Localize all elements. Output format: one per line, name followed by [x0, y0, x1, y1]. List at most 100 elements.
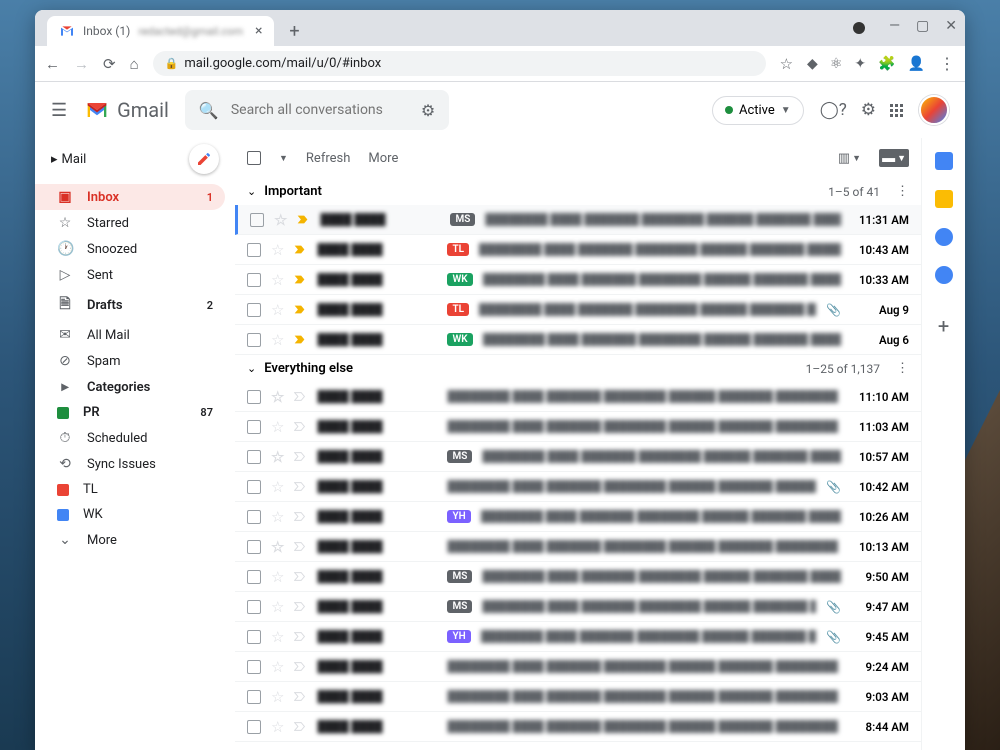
- star-icon[interactable]: ☆: [271, 688, 284, 706]
- star-icon[interactable]: ☆: [271, 658, 284, 676]
- density-toggle[interactable]: ▥▼: [838, 151, 861, 166]
- importance-marker-icon[interactable]: [294, 601, 307, 612]
- importance-marker-icon[interactable]: [294, 244, 307, 255]
- nav-item-starred[interactable]: ☆Starred: [35, 210, 225, 236]
- row-checkbox[interactable]: [247, 303, 261, 317]
- importance-marker-icon[interactable]: [294, 391, 307, 402]
- row-checkbox[interactable]: [247, 450, 261, 464]
- search-box[interactable]: 🔍 ⚙: [185, 90, 449, 130]
- star-icon[interactable]: ☆: [271, 241, 284, 259]
- nav-item-sync-issues[interactable]: ⟲Sync Issues: [35, 451, 225, 477]
- nav-item-sent[interactable]: ▷Sent: [35, 262, 225, 288]
- more-button[interactable]: More: [368, 151, 398, 166]
- star-icon[interactable]: ☆: [274, 211, 287, 229]
- star-icon[interactable]: ☆: [271, 271, 284, 289]
- bookmark-icon[interactable]: ☆: [780, 55, 793, 73]
- account-avatar[interactable]: [919, 95, 949, 125]
- importance-marker-icon[interactable]: [294, 571, 307, 582]
- importance-marker-icon[interactable]: [294, 631, 307, 642]
- home-icon[interactable]: ⌂: [130, 55, 139, 73]
- browser-tab[interactable]: Inbox (1) redacted@gmail.com ×: [47, 16, 274, 46]
- nav-item-spam[interactable]: ⊘Spam: [35, 348, 225, 374]
- importance-marker-icon[interactable]: [294, 304, 307, 315]
- star-icon[interactable]: ☆: [271, 598, 284, 616]
- nav-item-all-mail[interactable]: ✉All Mail: [35, 322, 225, 348]
- nav-item-tl[interactable]: TL: [35, 477, 225, 502]
- mail-row[interactable]: ☆ ████ ████ ████████ ████ ███████ ██████…: [235, 652, 921, 682]
- google-apps-icon[interactable]: [890, 104, 903, 117]
- importance-marker-icon[interactable]: [294, 541, 307, 552]
- mail-row[interactable]: ☆ ████ ████ ████████ ████ ███████ ██████…: [235, 472, 921, 502]
- extension-icon[interactable]: ◆: [807, 56, 818, 72]
- star-icon[interactable]: ☆: [271, 301, 284, 319]
- row-checkbox[interactable]: [247, 510, 261, 524]
- nav-item-scheduled[interactable]: ⏱Scheduled: [35, 425, 225, 451]
- extension-icon[interactable]: ✦: [854, 56, 866, 72]
- row-checkbox[interactable]: [247, 630, 261, 644]
- calendar-icon[interactable]: [935, 152, 953, 170]
- search-options-icon[interactable]: ⚙: [421, 101, 435, 120]
- maximize-button[interactable]: ▢: [916, 18, 929, 34]
- star-icon[interactable]: ☆: [271, 331, 284, 349]
- view-toggle[interactable]: ▬▼: [879, 149, 909, 167]
- mail-row[interactable]: ☆ ████ ████ ████████ ████ ███████ ██████…: [235, 412, 921, 442]
- tab-close-icon[interactable]: ×: [255, 23, 262, 39]
- star-icon[interactable]: ☆: [271, 448, 284, 466]
- star-icon[interactable]: ☆: [271, 508, 284, 526]
- mail-row[interactable]: ☆ ████ ████ ████████ ████ ███████ ██████…: [235, 532, 921, 562]
- mail-row[interactable]: ☆ ████ ████ WK ████████ ████ ███████ ███…: [235, 325, 921, 355]
- collapse-icon[interactable]: ⌄: [247, 185, 256, 198]
- mail-row[interactable]: ☆ ████ ████ ████████ ████ ███████ ██████…: [235, 712, 921, 742]
- importance-marker-icon[interactable]: [294, 691, 307, 702]
- importance-marker-icon[interactable]: [294, 274, 307, 285]
- row-checkbox[interactable]: [247, 690, 261, 704]
- gmail-logo[interactable]: Gmail: [83, 96, 169, 124]
- star-icon[interactable]: ☆: [271, 478, 284, 496]
- row-checkbox[interactable]: [247, 570, 261, 584]
- new-tab-button[interactable]: +: [282, 19, 306, 43]
- star-icon[interactable]: ☆: [271, 418, 284, 436]
- add-panel-icon[interactable]: +: [938, 314, 949, 338]
- row-checkbox[interactable]: [247, 420, 261, 434]
- compose-button[interactable]: [189, 144, 219, 174]
- importance-marker-icon[interactable]: [294, 421, 307, 432]
- mail-row[interactable]: ☆ ████ ████ ████████ ████ ███████ ██████…: [235, 382, 921, 412]
- mail-row[interactable]: ☆ ████ ████ MS ████████ ████ ███████ ███…: [235, 592, 921, 622]
- mail-row[interactable]: ☆ ████ ████ YH ████████ ████ ███████ ███…: [235, 502, 921, 532]
- section-menu-icon[interactable]: ⋮: [896, 361, 909, 376]
- section-menu-icon[interactable]: ⋮: [896, 184, 909, 199]
- back-icon[interactable]: ←: [45, 55, 60, 73]
- mail-row[interactable]: ☆ ████ ████ MS ████████ ████ ███████ ███…: [235, 205, 921, 235]
- importance-marker-icon[interactable]: [294, 481, 307, 492]
- mail-row[interactable]: ☆ ████ ████ TL ████████ ████ ███████ ███…: [235, 295, 921, 325]
- importance-marker-icon[interactable]: [294, 511, 307, 522]
- star-icon[interactable]: ☆: [271, 538, 284, 556]
- nav-item-wk[interactable]: WK: [35, 502, 225, 527]
- nav-item-more[interactable]: ⌄More: [35, 527, 225, 553]
- extensions-puzzle-icon[interactable]: 🧩: [878, 56, 895, 72]
- main-menu-icon[interactable]: ☰: [51, 100, 67, 121]
- minimize-button[interactable]: —: [889, 18, 900, 34]
- keep-icon[interactable]: [935, 190, 953, 208]
- star-icon[interactable]: ☆: [271, 718, 284, 736]
- importance-marker-icon[interactable]: [297, 214, 310, 225]
- row-checkbox[interactable]: [247, 660, 261, 674]
- row-checkbox[interactable]: [247, 600, 261, 614]
- support-icon[interactable]: ◯?: [820, 100, 847, 120]
- importance-marker-icon[interactable]: [294, 451, 307, 462]
- importance-marker-icon[interactable]: [294, 661, 307, 672]
- importance-marker-icon[interactable]: [294, 721, 307, 732]
- star-icon[interactable]: ☆: [271, 628, 284, 646]
- status-chip[interactable]: Active ▼: [712, 96, 804, 125]
- mail-row[interactable]: ☆ ████ ████ MS ████████ ████ ███████ ███…: [235, 562, 921, 592]
- nav-item-snoozed[interactable]: 🕐Snoozed: [35, 236, 225, 262]
- mail-row[interactable]: ☆ ████ ████ MS ████████ ████ ███████ ███…: [235, 442, 921, 472]
- mail-section-toggle[interactable]: ▸ Mail: [51, 152, 86, 167]
- nav-item-inbox[interactable]: ▣Inbox1: [35, 184, 225, 210]
- browser-menu-icon[interactable]: ⋮: [939, 54, 955, 73]
- select-dropdown-icon[interactable]: ▼: [279, 153, 288, 164]
- nav-item-categories[interactable]: ▸Categories: [35, 374, 225, 400]
- collapse-icon[interactable]: ⌄: [247, 362, 256, 375]
- close-button[interactable]: ✕: [945, 18, 957, 34]
- star-icon[interactable]: ☆: [271, 388, 284, 406]
